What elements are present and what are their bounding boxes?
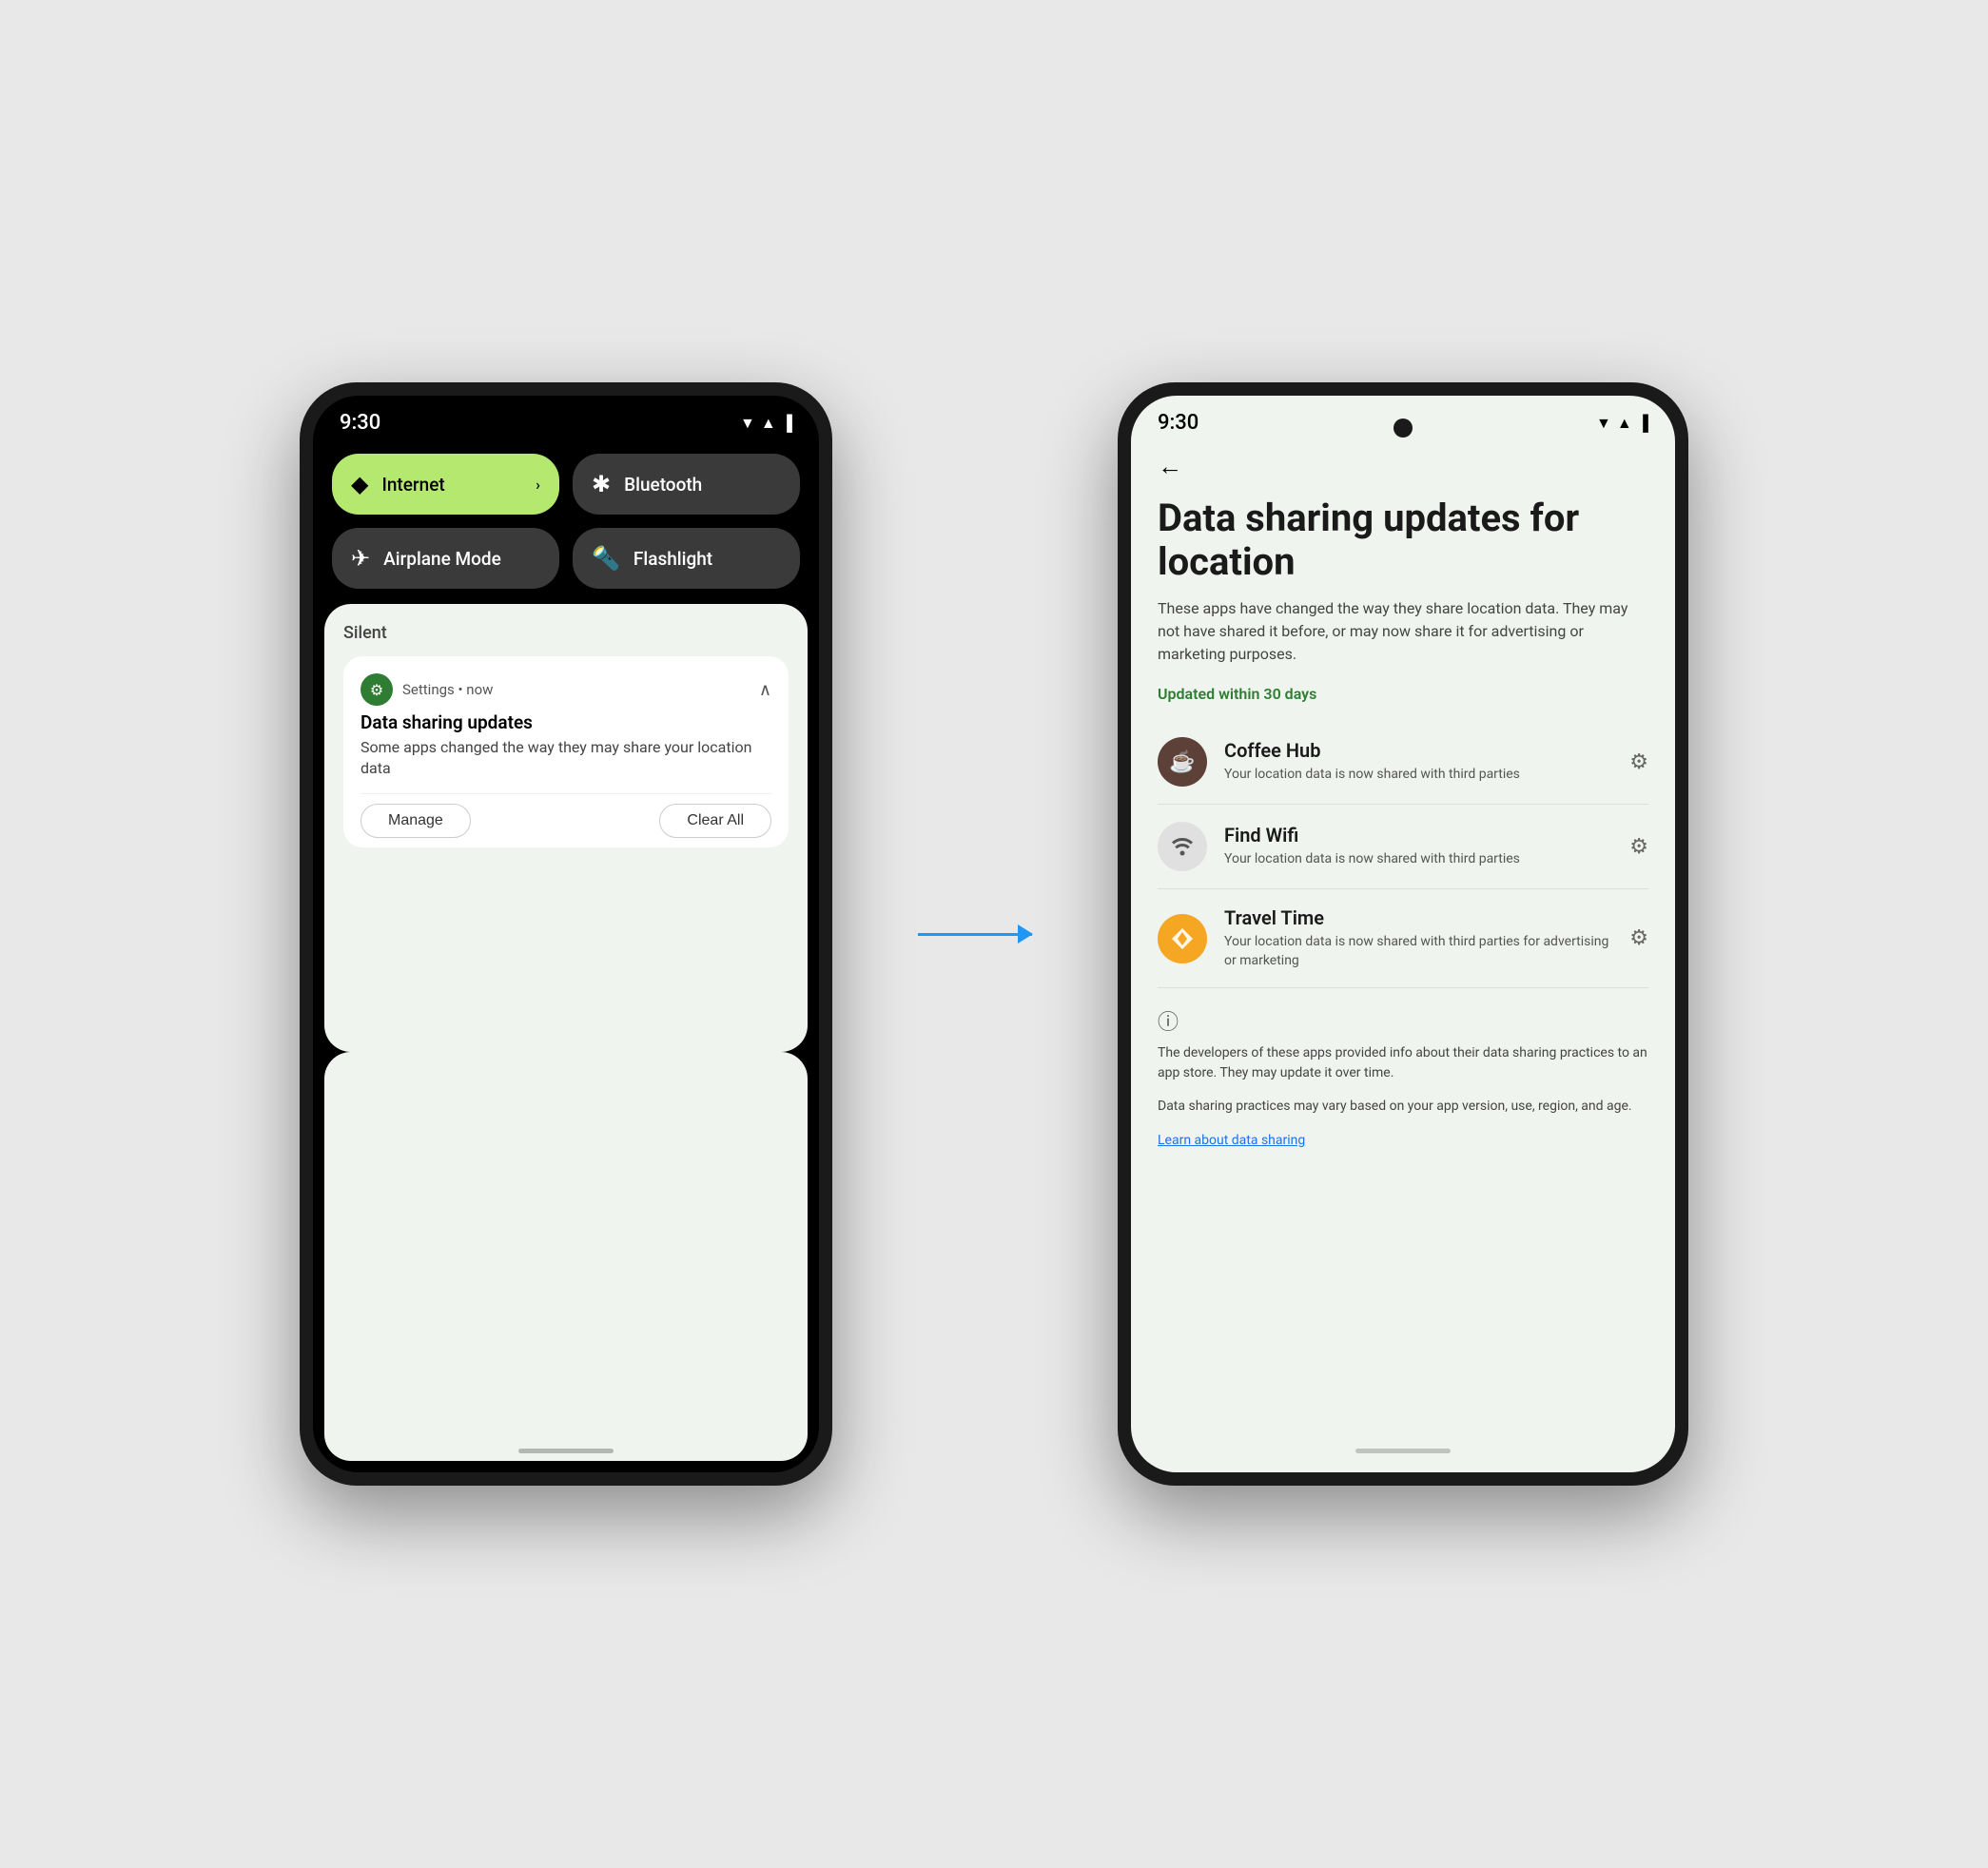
learn-data-sharing-link[interactable]: Learn about data sharing [1158, 1133, 1305, 1148]
info-circle-icon: ⓘ [1158, 1005, 1648, 1036]
list-item-find-wifi: Find Wifi Your location data is now shar… [1158, 805, 1648, 889]
coffee-hub-icon: ☕ [1158, 737, 1207, 787]
notification-expand-button[interactable]: ∧ [759, 680, 771, 700]
wifi-status-icon: ▼ [740, 414, 755, 433]
notification-meta: ⚙ Settings • now [361, 673, 493, 706]
right-phone: 9:30 ▼ ▲ ▐ ← Data sharing updates for lo… [1118, 382, 1688, 1486]
internet-chevron: › [536, 476, 540, 494]
notification-title: Data sharing updates [361, 711, 771, 733]
info-text-1: The developers of these apps provided in… [1158, 1043, 1648, 1083]
travel-time-icon [1158, 914, 1207, 963]
tile-internet[interactable]: ◆ Internet › [332, 454, 559, 515]
airplane-tile-icon: ✈ [351, 545, 370, 572]
find-wifi-settings-icon[interactable]: ⚙ [1629, 835, 1648, 859]
internet-tile-label: Internet [381, 474, 444, 496]
notification-actions: Manage Clear All [361, 793, 771, 838]
signal-status-icon: ▲ [761, 414, 776, 433]
list-item-coffee-hub: ☕ Coffee Hub Your location data is now s… [1158, 720, 1648, 805]
left-home-indicator [518, 1449, 614, 1453]
travel-time-name: Travel Time [1224, 906, 1612, 929]
left-status-icons: ▼ ▲ ▐ [740, 414, 792, 433]
tile-bluetooth[interactable]: ✱ Bluetooth [573, 454, 800, 515]
right-screen: 9:30 ▼ ▲ ▐ ← Data sharing updates for lo… [1131, 396, 1675, 1472]
info-text-2: Data sharing practices may vary based on… [1158, 1097, 1648, 1117]
right-content: ← Data sharing updates for location Thes… [1131, 442, 1675, 1472]
arrow-line [918, 933, 1032, 936]
quick-tiles-grid: ◆ Internet › ✱ Bluetooth ✈ Airplane Mode… [313, 442, 819, 604]
manage-button[interactable]: Manage [361, 804, 471, 838]
right-battery-icon: ▐ [1638, 414, 1648, 433]
left-screen: 9:30 ▼ ▲ ▐ ◆ Internet › ✱ Bluetooth [313, 396, 819, 1472]
left-status-bar: 9:30 ▼ ▲ ▐ [313, 396, 819, 442]
right-status-time: 9:30 [1158, 411, 1199, 435]
tile-airplane[interactable]: ✈ Airplane Mode [332, 528, 559, 589]
clear-all-button[interactable]: Clear All [659, 804, 771, 838]
right-wifi-icon: ▼ [1596, 414, 1611, 433]
updated-label: Updated within 30 days [1158, 685, 1648, 703]
left-content: 9:30 ▼ ▲ ▐ ◆ Internet › ✱ Bluetooth [313, 396, 819, 1472]
coffee-hub-info: Coffee Hub Your location data is now sha… [1224, 739, 1612, 785]
arrow-container [908, 933, 1042, 936]
flashlight-tile-icon: 🔦 [592, 545, 620, 572]
notification-section-label: Silent [343, 623, 789, 643]
left-status-time: 9:30 [340, 411, 380, 435]
right-home-indicator [1355, 1449, 1451, 1453]
bottom-filler [324, 1052, 808, 1462]
notification-card: ⚙ Settings • now ∧ Data sharing updates … [343, 656, 789, 847]
notification-app-name: Settings • now [402, 681, 493, 698]
find-wifi-info: Find Wifi Your location data is now shar… [1224, 824, 1612, 869]
right-signal-icon: ▲ [1617, 414, 1632, 433]
find-wifi-desc: Your location data is now shared with th… [1224, 850, 1612, 869]
tile-flashlight[interactable]: 🔦 Flashlight [573, 528, 800, 589]
coffee-hub-desc: Your location data is now shared with th… [1224, 766, 1612, 785]
notification-app-icon: ⚙ [361, 673, 393, 706]
bluetooth-tile-label: Bluetooth [624, 474, 702, 496]
list-item-travel-time: Travel Time Your location data is now sh… [1158, 889, 1648, 988]
travel-time-settings-icon[interactable]: ⚙ [1629, 926, 1648, 950]
find-wifi-icon [1158, 822, 1207, 871]
right-status-icons: ▼ ▲ ▐ [1596, 414, 1648, 433]
flashlight-tile-label: Flashlight [633, 548, 712, 570]
airplane-tile-label: Airplane Mode [383, 548, 501, 570]
info-section: ⓘ The developers of these apps provided … [1158, 988, 1648, 1158]
travel-time-desc: Your location data is now shared with th… [1224, 933, 1612, 970]
internet-tile-icon: ◆ [351, 471, 368, 497]
notification-header: ⚙ Settings • now ∧ [361, 673, 771, 706]
coffee-hub-name: Coffee Hub [1224, 739, 1612, 762]
notification-body: Some apps changed the way they may share… [361, 737, 771, 780]
page-title: Data sharing updates for location [1158, 496, 1648, 584]
bluetooth-tile-icon: ✱ [592, 471, 611, 497]
camera-notch [1394, 418, 1413, 438]
travel-time-info: Travel Time Your location data is now sh… [1224, 906, 1612, 970]
find-wifi-name: Find Wifi [1224, 824, 1612, 846]
back-button[interactable]: ← [1158, 452, 1182, 481]
notification-area: Silent ⚙ Settings • now ∧ Data sharing u… [324, 604, 808, 1052]
left-phone: 9:30 ▼ ▲ ▐ ◆ Internet › ✱ Bluetooth [300, 382, 832, 1486]
page-subtitle: These apps have changed the way they sha… [1158, 597, 1648, 666]
battery-status-icon: ▐ [782, 414, 792, 433]
coffee-hub-settings-icon[interactable]: ⚙ [1629, 750, 1648, 774]
